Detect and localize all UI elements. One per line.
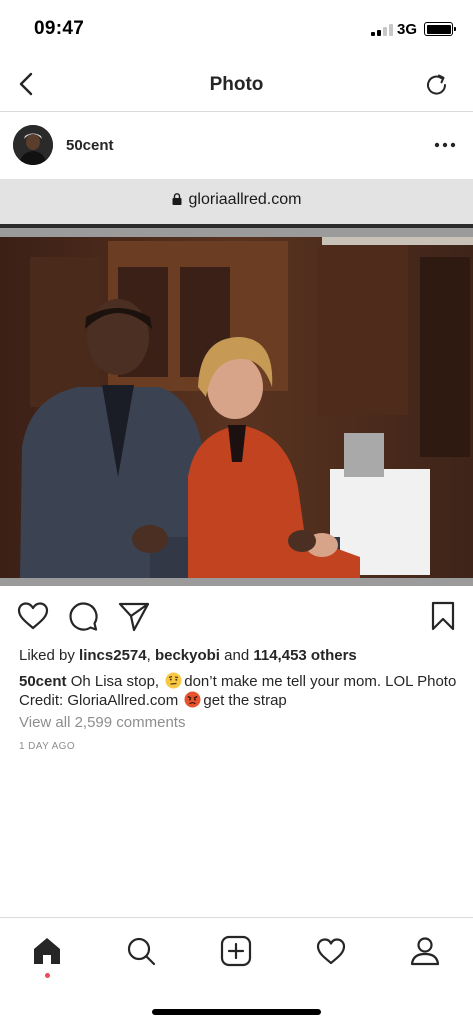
comment-icon [69, 602, 98, 631]
status-time: 09:47 [34, 18, 85, 39]
paper-plane-icon [118, 602, 150, 632]
post-actions [0, 595, 473, 639]
more-options-button[interactable] [428, 135, 462, 155]
signal-strength-icon [371, 24, 393, 36]
likes-count-link[interactable]: 114,453 others [253, 647, 356, 664]
search-icon [127, 937, 156, 966]
tab-search[interactable] [125, 935, 157, 967]
likes-separator: , [146, 647, 155, 664]
divider-line [0, 224, 473, 228]
screenshot-url-bar: gloriaallred.com [0, 179, 473, 224]
lock-icon [172, 193, 182, 205]
tab-new-post[interactable] [220, 935, 252, 967]
post-header: 50cent [0, 113, 473, 177]
post-caption: 50cent Oh Lisa stop, don’t make me tell … [19, 672, 459, 710]
refresh-icon [427, 74, 447, 95]
status-bar: 09:47 3G [0, 0, 473, 58]
post-media[interactable]: gloriaallred.com [0, 179, 473, 586]
like-button[interactable] [16, 599, 50, 633]
likes-summary: Liked by lincs2574, beckyobi and 114,453… [19, 647, 357, 664]
tab-activity[interactable] [315, 935, 347, 967]
likes-and: and [219, 647, 254, 664]
heart-icon [17, 602, 49, 630]
url-text: gloriaallred.com [188, 191, 302, 208]
network-type: 3G [397, 21, 418, 38]
save-button[interactable] [426, 599, 460, 633]
user-avatar-image [13, 125, 53, 165]
post-photo [0, 237, 473, 578]
more-horizontal-icon [434, 142, 456, 148]
avatar[interactable] [13, 125, 53, 165]
liked-user-link[interactable]: lincs2574 [79, 647, 147, 664]
activity-heart-icon [316, 938, 346, 965]
battery-icon [424, 22, 456, 36]
home-icon [34, 938, 60, 964]
notification-dot [45, 973, 50, 978]
profile-icon [410, 937, 440, 966]
caption-text: get the strap [203, 692, 287, 709]
likes-prefix: Liked by [19, 647, 80, 664]
tab-home[interactable] [31, 935, 63, 967]
share-button[interactable] [117, 599, 151, 633]
caption-text: Oh Lisa stop, [66, 673, 164, 690]
home-indicator [152, 1009, 321, 1015]
page-title: Photo [209, 74, 264, 95]
tab-profile[interactable] [409, 935, 441, 967]
screenshot-url: gloriaallred.com [0, 191, 473, 209]
comment-button[interactable] [66, 599, 100, 633]
nav-bar: Photo [0, 58, 473, 112]
caption-username[interactable]: 50cent [19, 673, 67, 690]
liked-user-link[interactable]: beckyobi [155, 647, 220, 664]
post-timestamp: 1 DAY AGO [19, 741, 76, 752]
add-post-icon [220, 935, 252, 967]
angry-face-emoji [184, 691, 201, 708]
face-with-raised-eyebrow-emoji [165, 672, 182, 689]
refresh-button[interactable] [422, 70, 452, 100]
bottom-tab-bar [0, 917, 473, 1024]
post-username[interactable]: 50cent [66, 137, 114, 154]
view-comments-link[interactable]: View all 2,599 comments [19, 714, 185, 731]
bookmark-icon [431, 601, 455, 631]
